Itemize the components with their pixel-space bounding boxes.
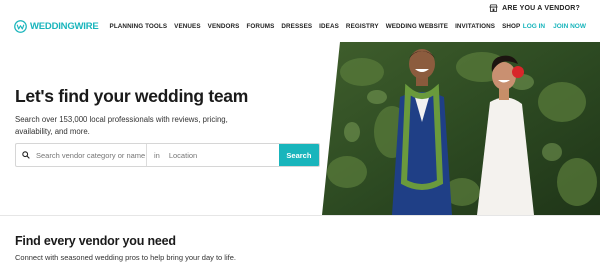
- vendor-link[interactable]: ARE YOU A VENDOR?: [489, 4, 580, 12]
- nav-shop[interactable]: SHOP: [502, 23, 520, 30]
- nav-registry[interactable]: REGISTRY: [346, 23, 379, 30]
- nav-venues[interactable]: VENUES: [174, 23, 201, 30]
- nav-planning-tools[interactable]: PLANNING TOOLS: [110, 23, 168, 30]
- weddingwire-logo[interactable]: WEDDINGWIRE: [14, 19, 99, 33]
- nav-wedding-website[interactable]: WEDDING WEBSITE: [386, 23, 448, 30]
- vendor-search-form: in Search: [15, 143, 320, 167]
- section-subtitle: Connect with seasoned wedding pros to he…: [15, 253, 236, 262]
- hero-headline: Let's find your wedding team: [15, 86, 249, 106]
- top-navigation: WEDDINGWIRE PLANNING TOOLS VENUES VENDOR…: [0, 14, 600, 38]
- location-input[interactable]: [168, 150, 279, 160]
- location-field: in: [147, 144, 279, 166]
- vendor-category-input[interactable]: [36, 150, 146, 160]
- wedding-couple-photo: [322, 42, 600, 215]
- login-link[interactable]: LOG IN: [523, 23, 545, 30]
- hero-subtext: Search over 153,000 local professionals …: [15, 115, 228, 136]
- category-field: [16, 144, 147, 166]
- weddingwire-logo-icon: [14, 19, 27, 33]
- nav-vendors[interactable]: VENDORS: [208, 23, 240, 30]
- nav-forums[interactable]: FORUMS: [246, 23, 274, 30]
- section-divider: [0, 215, 600, 216]
- storefront-icon: [489, 4, 498, 12]
- nav-links: PLANNING TOOLS VENUES VENDORS FORUMS DRE…: [110, 23, 521, 30]
- join-now-link[interactable]: JOIN NOW: [553, 23, 586, 30]
- auth-links: LOG IN JOIN NOW: [523, 23, 586, 30]
- in-label: in: [154, 150, 160, 160]
- search-icon: [22, 151, 30, 159]
- nav-dresses[interactable]: DRESSES: [281, 23, 312, 30]
- nav-invitations[interactable]: INVITATIONS: [455, 23, 495, 30]
- vendor-link-label: ARE YOU A VENDOR?: [502, 4, 580, 12]
- logo-text: WEDDINGWIRE: [30, 20, 99, 32]
- nav-ideas[interactable]: IDEAS: [319, 23, 339, 30]
- search-button[interactable]: Search: [278, 144, 319, 166]
- section-title: Find every vendor you need: [15, 234, 176, 248]
